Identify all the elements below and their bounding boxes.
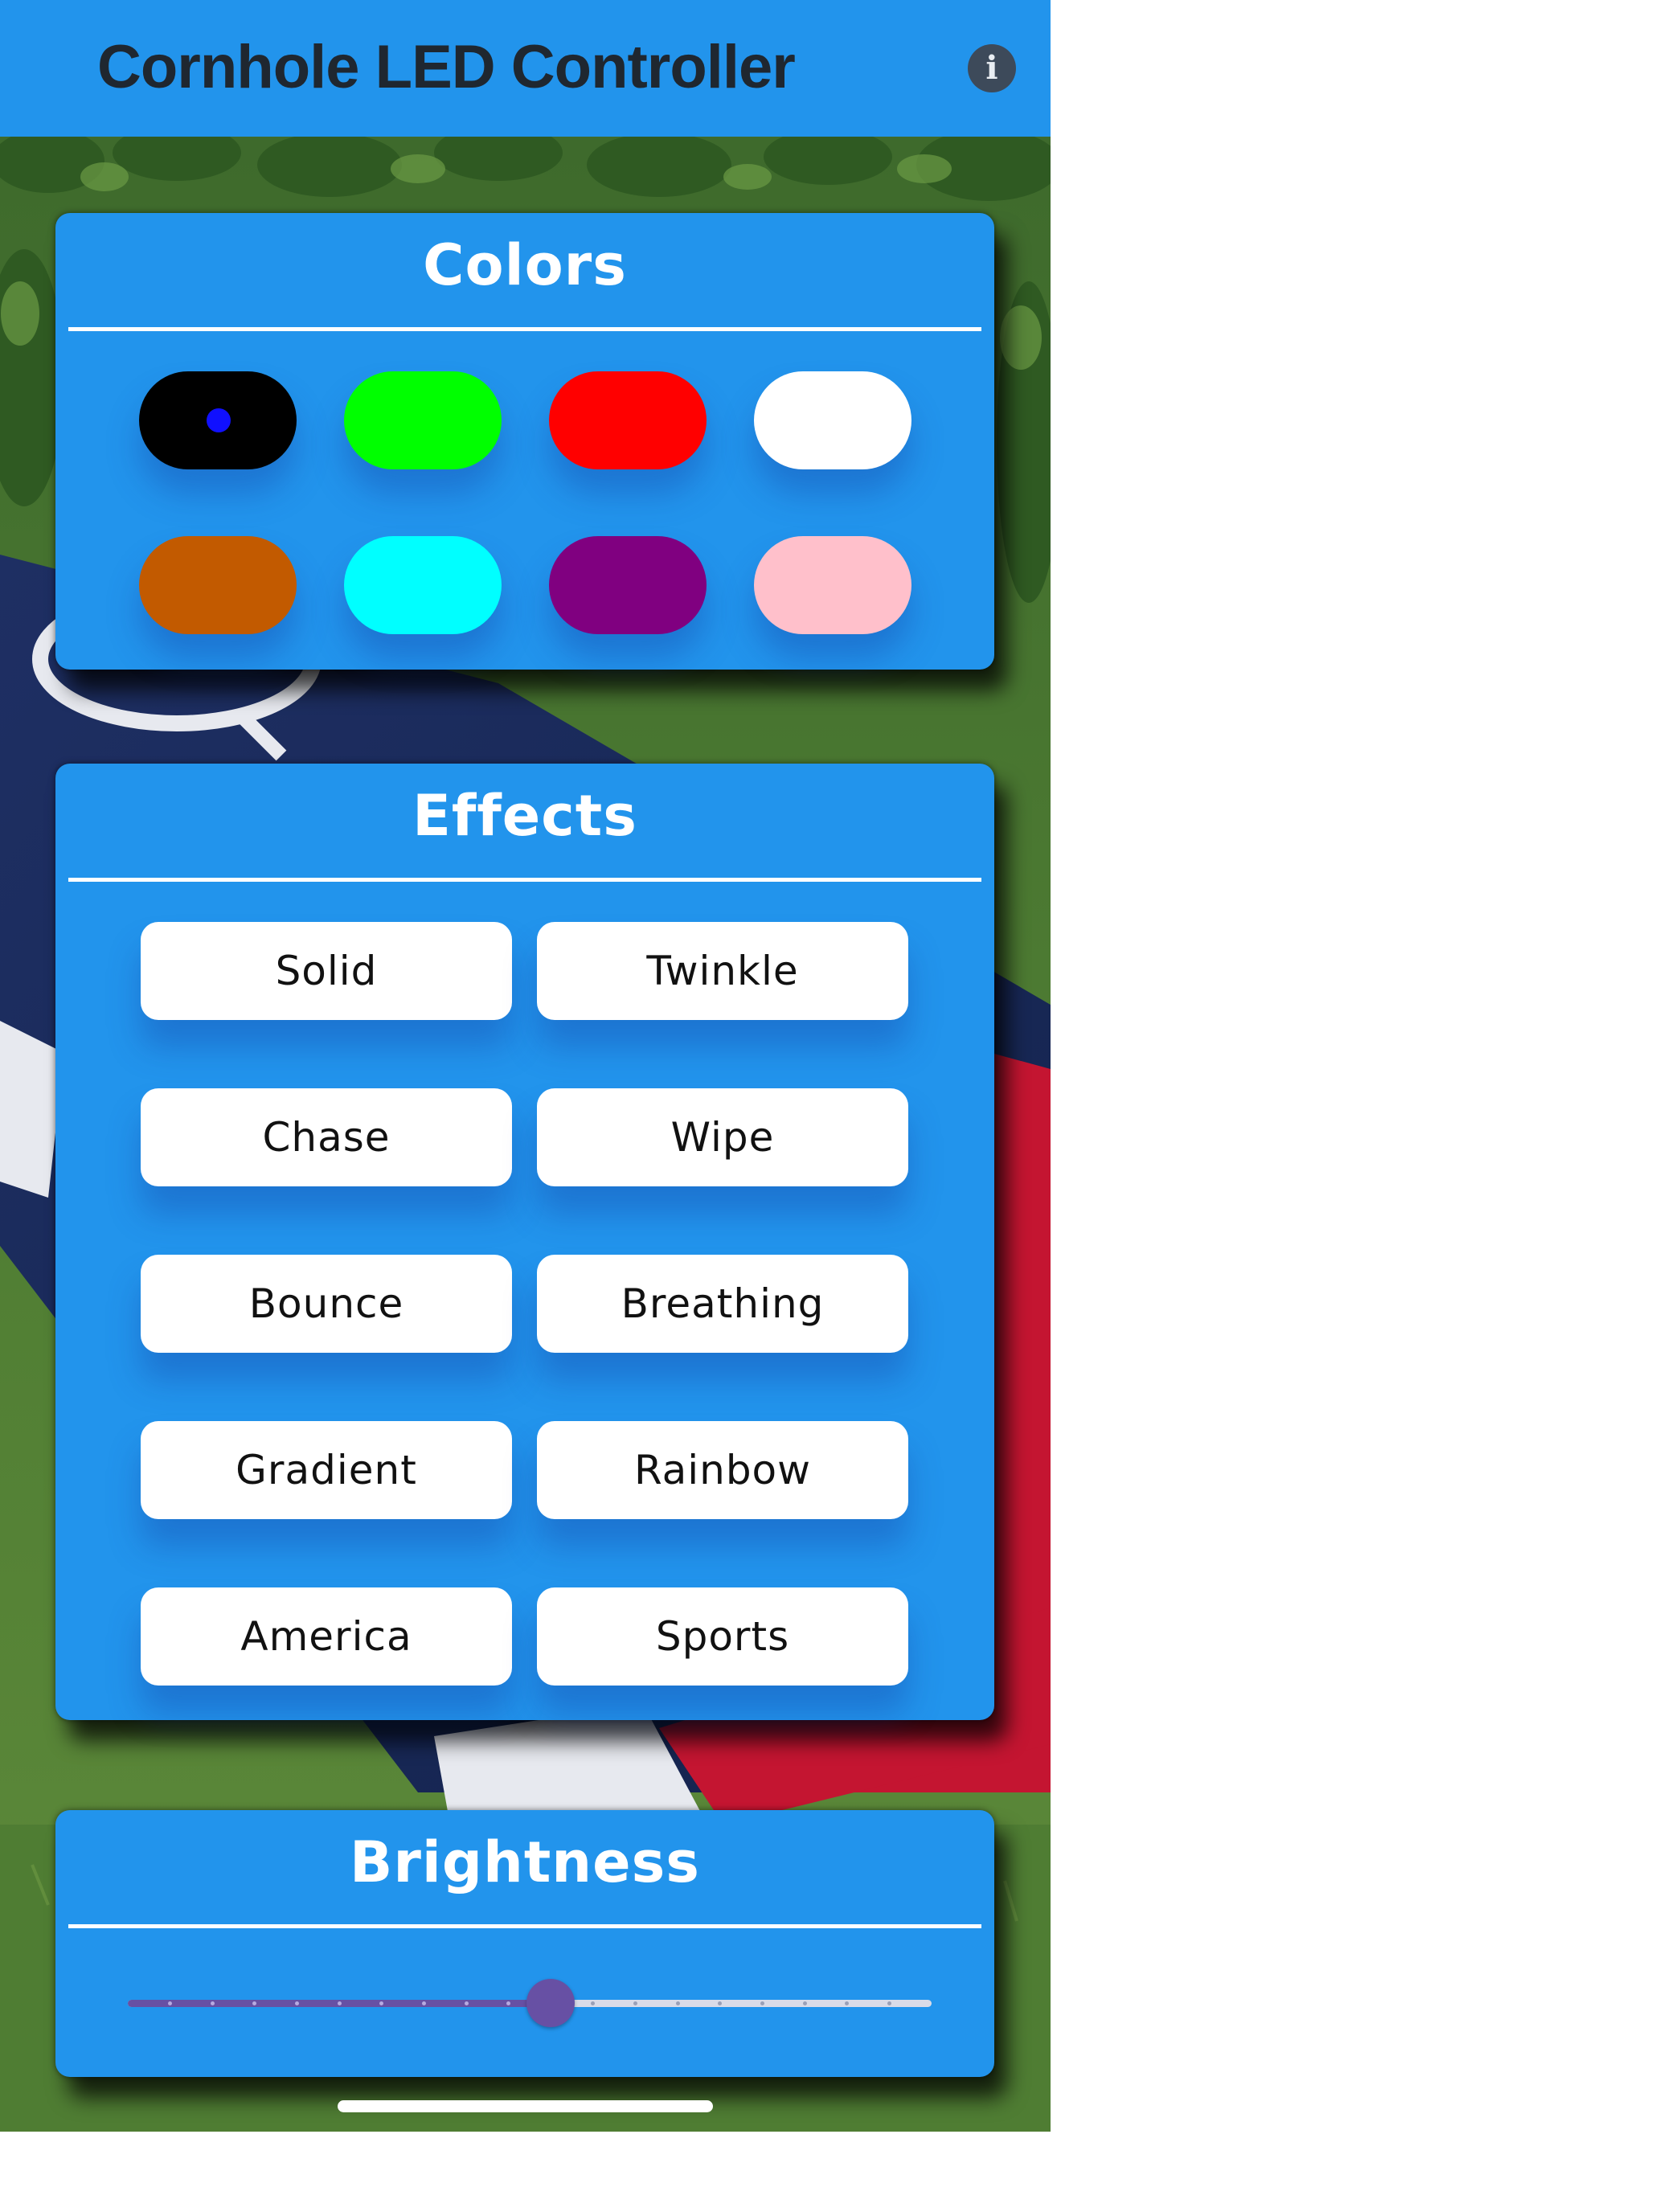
effect-button-breathing[interactable]: Breathing: [537, 1255, 908, 1353]
slider-tick: [718, 2001, 723, 2005]
app-screen: Cornhole LED Controller i Colors Effects…: [0, 0, 1051, 2132]
slider-tick: [210, 2001, 215, 2005]
slider-thumb[interactable]: [526, 1979, 575, 2027]
colors-card: Colors: [55, 213, 994, 670]
effect-button-bounce[interactable]: Bounce: [141, 1255, 512, 1353]
slider-tick: [633, 2001, 638, 2005]
brightness-divider: [68, 1924, 981, 1928]
info-glyph: i: [985, 49, 998, 87]
effect-button-sports[interactable]: Sports: [537, 1587, 908, 1686]
effect-button-solid[interactable]: Solid: [141, 922, 512, 1020]
color-swatch-purple[interactable]: [549, 536, 707, 634]
brightness-title: Brightness: [350, 1829, 700, 1895]
effect-button-rainbow[interactable]: Rainbow: [537, 1421, 908, 1519]
slider-tick: [760, 2001, 764, 2005]
color-swatch-cyan[interactable]: [344, 536, 502, 634]
brightness-card: Brightness: [55, 1810, 994, 2077]
color-swatch-black[interactable]: [139, 371, 297, 469]
effect-button-america[interactable]: America: [141, 1587, 512, 1686]
slider-tick: [591, 2001, 596, 2005]
app-title: Cornhole LED Controller: [97, 33, 796, 101]
app-bar: Cornhole LED Controller i: [0, 0, 1051, 137]
color-swatch-red[interactable]: [549, 371, 707, 469]
slider-tick: [887, 2001, 891, 2005]
brightness-slider[interactable]: [128, 1979, 932, 2027]
info-icon[interactable]: i: [968, 44, 1016, 92]
colors-title: Colors: [423, 232, 627, 298]
slider-tick: [845, 2001, 850, 2005]
effects-card: Effects Solid Twinkle Chase Wipe Bounce Breat…: [55, 764, 994, 1720]
color-swatch-orange[interactable]: [139, 536, 297, 634]
effect-button-gradient[interactable]: Gradient: [141, 1421, 512, 1519]
slider-tick: [421, 2001, 426, 2005]
slider-tick: [464, 2001, 469, 2005]
color-swatch-green[interactable]: [344, 371, 502, 469]
slider-tick: [295, 2001, 300, 2005]
selected-indicator: [207, 408, 231, 432]
slider-tick: [506, 2001, 511, 2005]
color-swatch-white[interactable]: [754, 371, 911, 469]
slider-tick: [337, 2001, 342, 2005]
color-swatch-pink[interactable]: [754, 536, 911, 634]
slider-tick: [802, 2001, 807, 2005]
slider-tick: [675, 2001, 680, 2005]
effect-button-twinkle[interactable]: Twinkle: [537, 922, 908, 1020]
effect-button-chase[interactable]: Chase: [141, 1088, 512, 1186]
colors-divider: [68, 327, 981, 331]
slider-tick: [379, 2001, 384, 2005]
home-indicator: [338, 2100, 713, 2112]
effect-button-wipe[interactable]: Wipe: [537, 1088, 908, 1186]
slider-tick: [168, 2001, 173, 2005]
effects-title: Effects: [412, 783, 637, 849]
slider-tick: [252, 2001, 257, 2005]
effects-divider: [68, 878, 981, 882]
